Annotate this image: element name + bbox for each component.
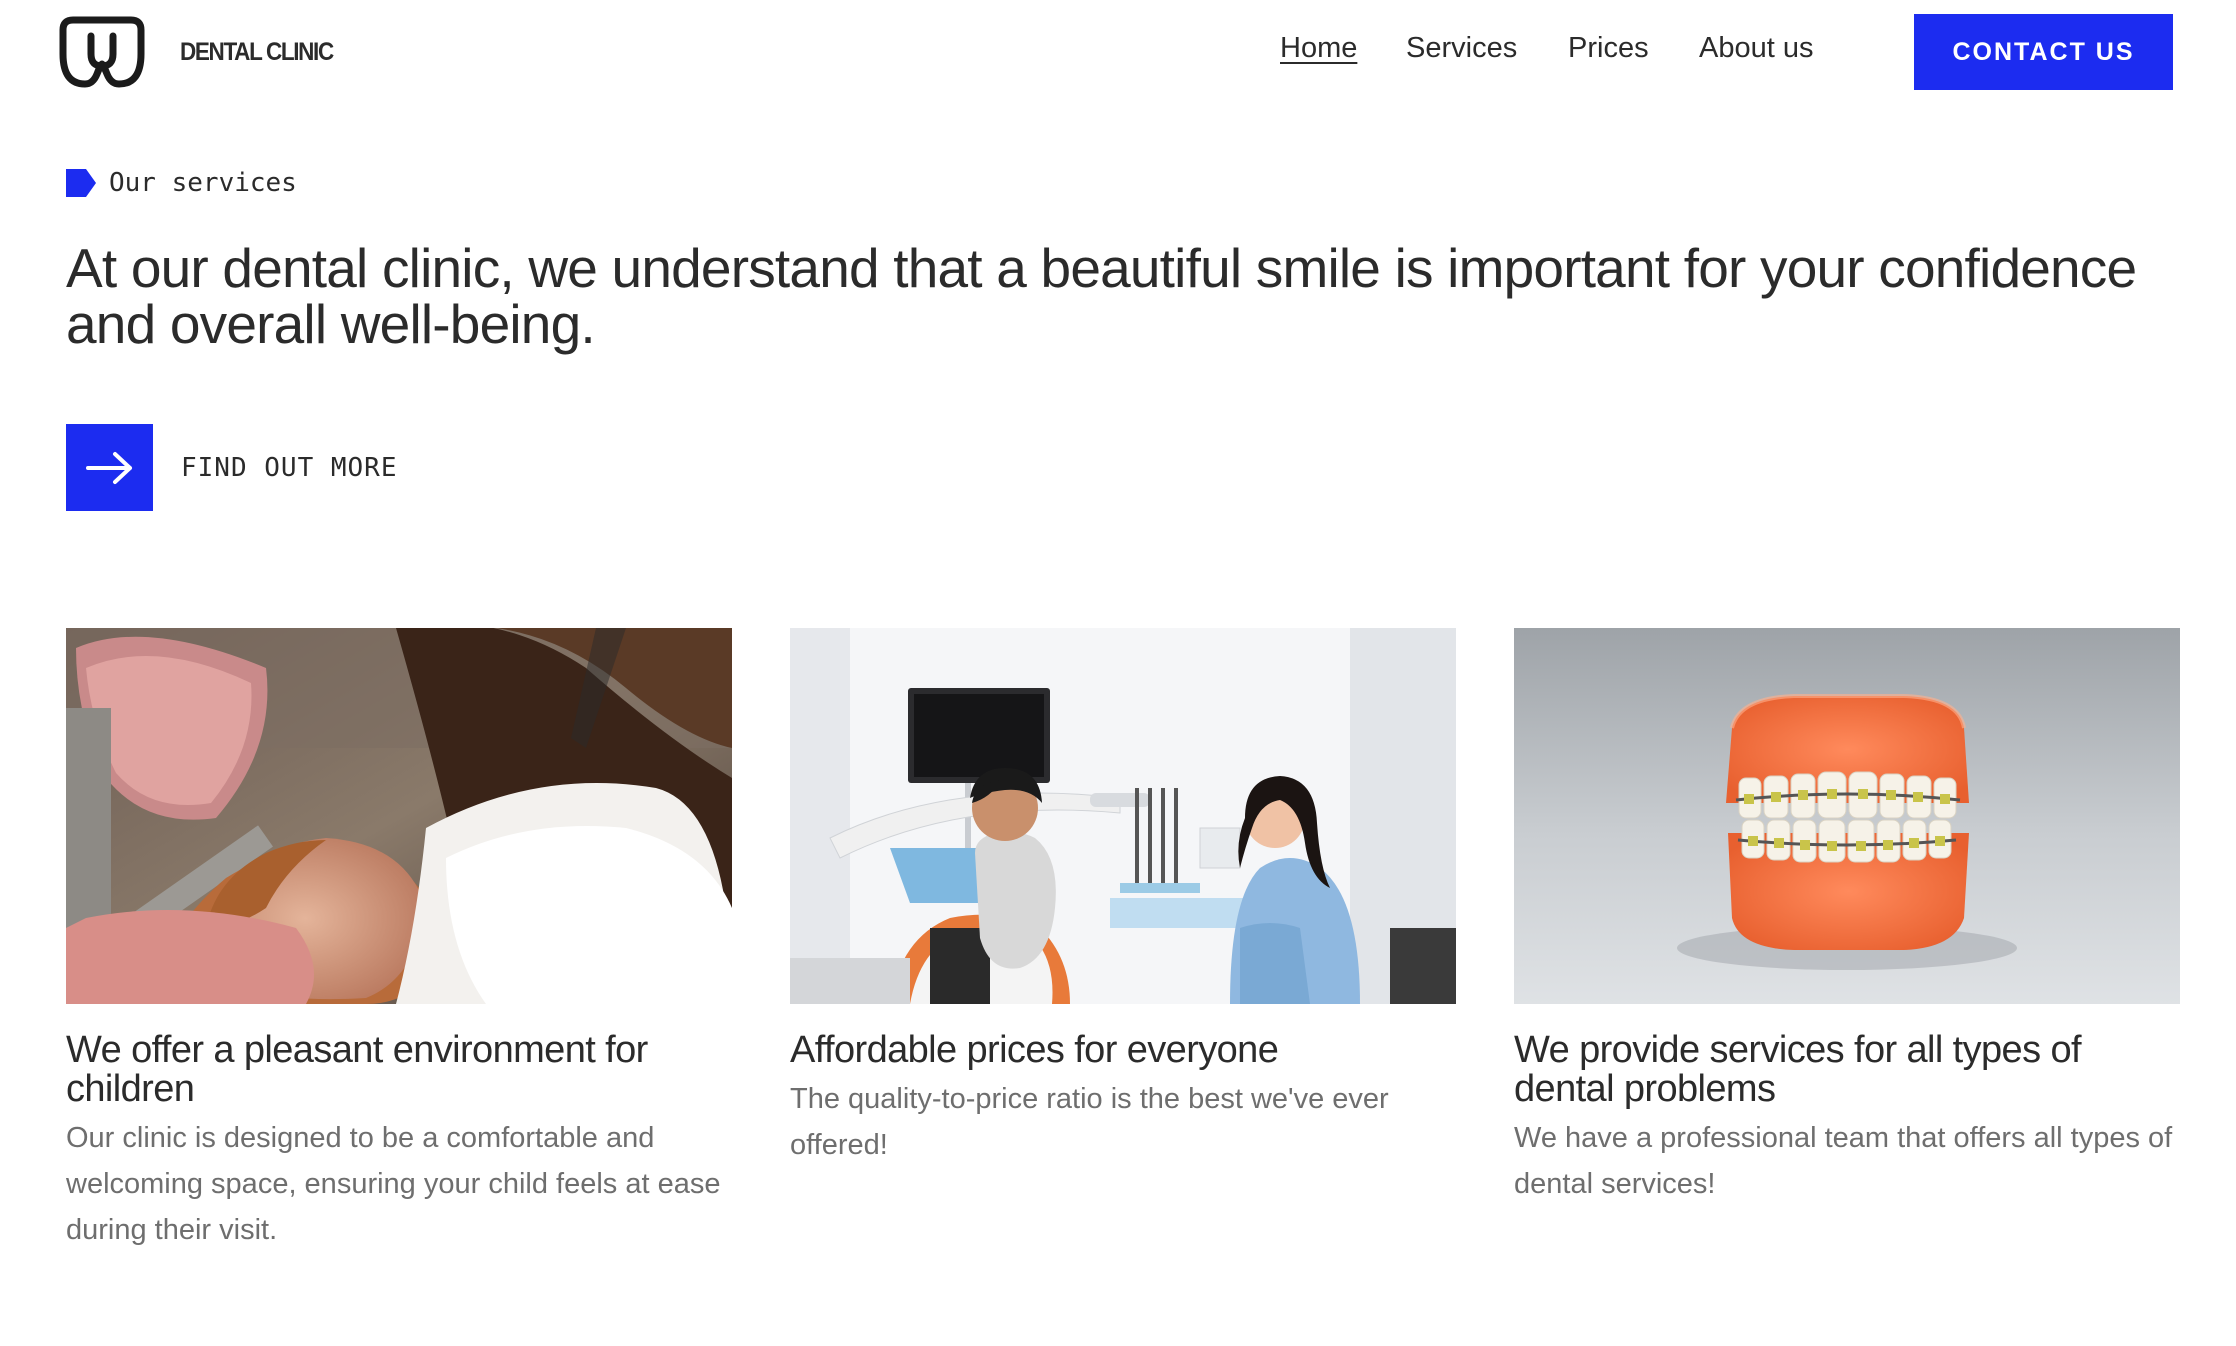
eyebrow-label: Our services — [109, 168, 297, 198]
service-card-all-problems: We provide services for all types of den… — [1514, 628, 2180, 1207]
card-description: Our clinic is designed to be a comfortab… — [66, 1122, 721, 1246]
site-header: DENTAL CLINIC Home Services Prices About… — [0, 0, 2236, 110]
tooth-logo-icon[interactable] — [57, 14, 147, 90]
card-title: Affordable prices for everyone — [790, 1029, 1279, 1071]
service-card-prices: Affordable prices for everyone The quali… — [790, 628, 1456, 1168]
nav-home-link[interactable]: Home — [1280, 32, 1357, 65]
contact-us-button[interactable]: CONTACT US — [1914, 14, 2173, 90]
page-headline: At our dental clinic, we understand that… — [66, 237, 2137, 355]
card-description: We have a professional team that offers … — [1514, 1122, 2173, 1200]
service-card-children: We offer a pleasant environment for chil… — [66, 628, 732, 1253]
card-title: We provide services for all types of den… — [1514, 1029, 2082, 1110]
braces-dental-model-photo — [1514, 628, 2180, 1004]
card-title: We offer a pleasant environment for chil… — [66, 1029, 648, 1110]
child-dental-exam-photo — [66, 628, 732, 1004]
nav-about-link[interactable]: About us — [1699, 32, 1813, 65]
nav-prices-link[interactable]: Prices — [1568, 32, 1649, 65]
brand-name[interactable]: DENTAL CLINIC — [180, 38, 334, 67]
find-out-more-button[interactable] — [66, 424, 153, 511]
nav-services-link[interactable]: Services — [1406, 32, 1517, 65]
dentist-consultation-photo — [790, 628, 1456, 1004]
card-description: The quality-to-price ratio is the best w… — [790, 1083, 1389, 1161]
tag-marker-icon — [66, 169, 96, 197]
find-out-more-label[interactable]: FIND OUT MORE — [181, 453, 398, 483]
arrow-right-icon — [85, 451, 132, 484]
